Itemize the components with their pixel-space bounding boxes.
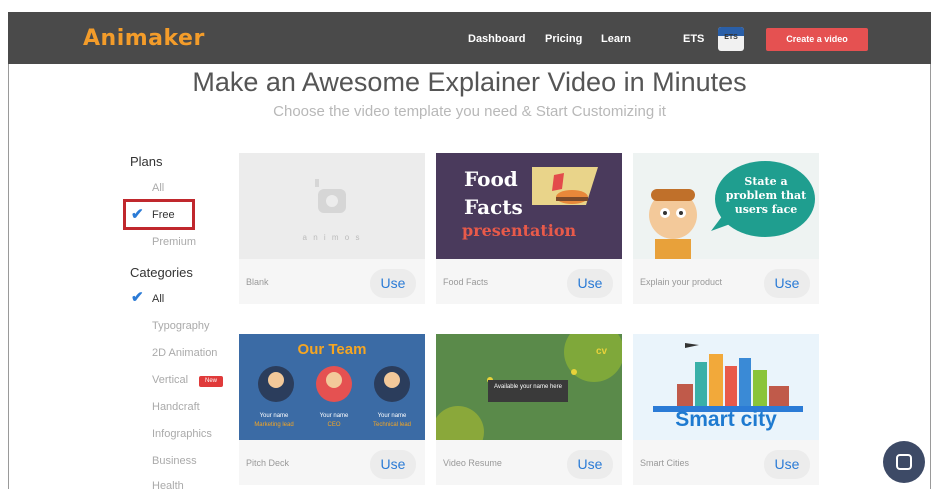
template-name: Blank [246,277,269,287]
template-name: Food Facts [443,277,489,287]
use-template-button[interactable]: Use [567,269,613,298]
template-thumbnail[interactable]: Our Team Your name Marketing lead Your n… [239,334,425,440]
chat-support-icon[interactable] [883,441,925,483]
template-thumbnail[interactable]: State a problem that users face [633,153,819,259]
team-member-role: Technical lead [372,422,412,428]
template-name: Pitch Deck [246,458,290,468]
filter-category-infographics[interactable]: Infographics [152,428,212,440]
template-thumbnail[interactable]: cv Available your name here [436,334,622,440]
highlight-box [123,199,195,230]
filter-category-vertical[interactable]: Vertical [152,374,188,386]
template-card-pitch-deck[interactable]: Our Team Your name Marketing lead Your n… [239,334,425,485]
thumb-name-label: Available your name here [494,384,562,390]
nav-learn-link[interactable]: Learn [601,33,631,45]
template-card-blank[interactable]: a n i m o s Blank Use [239,153,425,304]
template-name: Explain your product [640,277,723,287]
template-card-explain-product[interactable]: State a problem that users face Explain … [633,153,819,304]
filter-plan-all[interactable]: All [152,182,164,194]
burger-drink-illustration [532,167,598,205]
template-name: Smart Cities [640,458,690,468]
new-badge: New [199,376,223,387]
team-member-name: Your name [377,413,407,419]
use-template-button[interactable]: Use [370,450,416,479]
team-member-role: Marketing lead [254,422,294,428]
filter-category-typography[interactable]: Typography [152,320,209,332]
categories-heading: Categories [130,265,193,280]
template-card-smart-cities[interactable]: Smart city Smart Cities Use [633,334,819,485]
team-member-name: Your name [259,413,289,419]
thumb-title: Smart city [675,408,777,431]
page-subtitle: Choose the video template you need & Sta… [273,103,666,120]
team-member-name: Your name [319,413,349,419]
top-navbar: Animaker Dashboard Pricing Learn ETS ETS… [8,12,931,64]
use-template-button[interactable]: Use [567,450,613,479]
use-template-button[interactable]: Use [764,269,810,298]
create-video-button[interactable]: Create a video [766,28,868,51]
template-name: Video Resume [443,458,502,468]
animaker-logo[interactable]: Animaker [83,26,205,51]
filter-category-2d-animation[interactable]: 2D Animation [152,347,217,359]
filter-plan-premium[interactable]: Premium [152,236,196,248]
nav-pricing-link[interactable]: Pricing [545,33,582,45]
thumb-corner-label: cv [596,346,608,357]
team-member-role: CEO [327,422,341,428]
template-thumbnail[interactable]: Smart city [633,334,819,440]
template-thumbnail[interactable]: a n i m o s [239,153,425,259]
page-title: Make an Awesome Explainer Video in Minut… [192,67,747,97]
animaker-watermark-text: a n i m o s [302,233,362,242]
use-template-button[interactable]: Use [370,269,416,298]
filter-category-health[interactable]: Health [152,480,184,489]
ets-badge-icon[interactable]: ETS [718,27,744,51]
template-card-food-facts[interactable]: Food Facts presentation Food Facts Use [436,153,622,304]
animaker-placeholder-icon [315,179,346,213]
template-thumbnail[interactable]: Food Facts presentation [436,153,622,259]
plans-heading: Plans [130,154,163,169]
filter-category-business[interactable]: Business [152,455,197,467]
template-card-video-resume[interactable]: cv Available your name here Video Resume… [436,334,622,485]
use-template-button[interactable]: Use [764,450,810,479]
thumb-title-line3: presentation [462,221,577,240]
thumb-speech-text: State a problem that users face [725,175,807,216]
ets-badge-text: ETS [724,34,738,41]
filter-category-all[interactable]: All [152,293,164,305]
checkmark-icon: ✔ [131,289,144,306]
nav-ets-link[interactable]: ETS [683,33,704,45]
nav-dashboard-link[interactable]: Dashboard [468,33,525,45]
filter-category-handcraft[interactable]: Handcraft [152,401,200,413]
